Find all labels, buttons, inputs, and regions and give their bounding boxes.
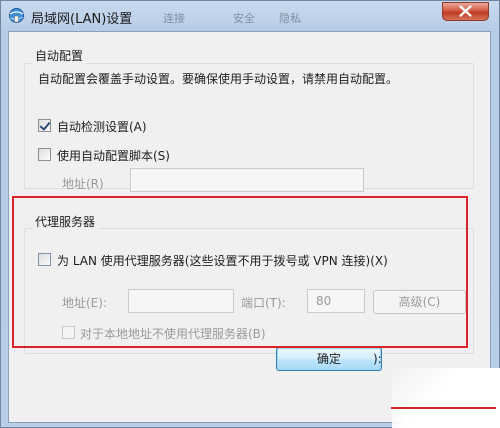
title-bar[interactable]: 局域网(LAN)设置 连接 安全 隐私 <box>1 1 499 31</box>
close-button[interactable] <box>442 2 489 21</box>
overlay-smudge <box>392 368 500 428</box>
ghost-tab: 连接 <box>163 12 185 25</box>
ghost-tab: 安全 <box>233 12 255 25</box>
script-address-input[interactable] <box>130 168 364 192</box>
ie-globe-icon <box>9 8 24 23</box>
annotation-highlight-box <box>12 196 468 348</box>
close-icon <box>459 5 472 17</box>
auto-detect-label[interactable]: 自动检测设置(A) <box>57 118 147 135</box>
auto-config-title: 自动配置 <box>32 47 87 64</box>
script-address-label: 地址(R) <box>62 177 104 191</box>
use-script-label[interactable]: 使用自动配置脚本(S) <box>57 147 170 164</box>
ok-button[interactable]: 确定 <box>276 347 382 371</box>
window-title: 局域网(LAN)设置 <box>31 12 133 27</box>
auto-config-description: 自动配置会覆盖手动设置。要确保使用手动设置，请禁用自动配置。 <box>38 72 399 86</box>
annotation-highlight-line <box>391 407 496 409</box>
ghost-tab: 隐私 <box>279 12 301 25</box>
auto-detect-checkbox[interactable] <box>38 119 51 132</box>
use-script-checkbox[interactable] <box>38 148 51 161</box>
